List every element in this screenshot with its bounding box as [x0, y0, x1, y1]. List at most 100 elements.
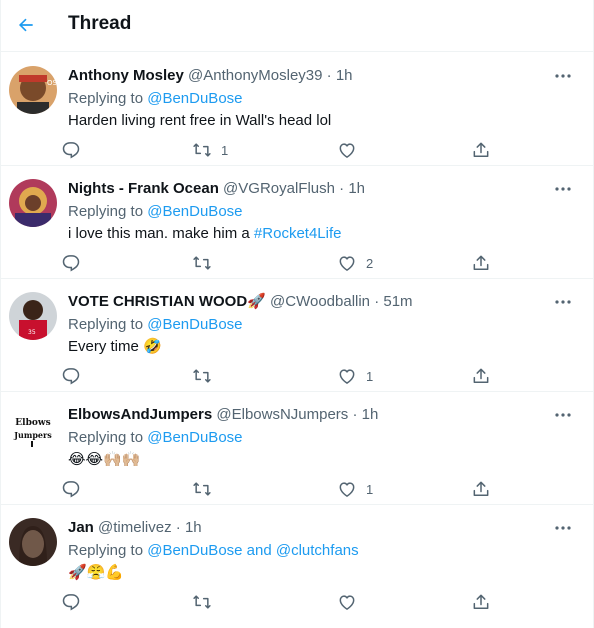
more-icon: [555, 187, 571, 191]
user-handle[interactable]: @CWoodballin: [270, 293, 370, 310]
share-icon: [473, 368, 489, 383]
retweet-button[interactable]: [192, 364, 221, 388]
avatar[interactable]: 35: [9, 292, 57, 340]
share-icon: [473, 594, 489, 609]
reply-button[interactable]: [61, 251, 81, 275]
tweet-actions: 2: [61, 251, 501, 275]
hashtag-link[interactable]: #Rocket4Life: [254, 225, 342, 242]
avatar[interactable]: OS: [9, 66, 57, 114]
replying-label: Replying to: [68, 542, 144, 559]
user-handle[interactable]: @VGRoyalFlush: [223, 180, 335, 197]
share-icon: [473, 142, 489, 157]
tweet-text: 🚀😤💪: [68, 564, 125, 581]
like-button[interactable]: 1: [337, 477, 373, 501]
display-name[interactable]: VOTE CHRISTIAN WOOD: [68, 293, 247, 310]
like-button[interactable]: [337, 138, 366, 162]
reply-button[interactable]: [61, 138, 81, 162]
mention-link[interactable]: @BenDuBose: [147, 203, 242, 220]
like-button[interactable]: 2: [337, 251, 373, 275]
share-button[interactable]: [471, 251, 491, 275]
more-button[interactable]: [553, 68, 573, 84]
timestamp[interactable]: 1h: [362, 406, 379, 423]
like-button[interactable]: 1: [337, 364, 373, 388]
reply-button[interactable]: [61, 590, 81, 614]
tweet[interactable]: OS Anthony Mosley @AnthonyMosley39 · 1h …: [1, 54, 593, 166]
share-button[interactable]: [471, 590, 491, 614]
reply-icon: [62, 368, 80, 385]
back-button[interactable]: [11, 10, 41, 40]
user-handle[interactable]: @AnthonyMosley39: [188, 67, 322, 84]
replying-to: Replying to @BenDuBose: [68, 89, 243, 109]
like-button[interactable]: [337, 590, 366, 614]
more-button[interactable]: [553, 520, 573, 536]
reply-button[interactable]: [61, 364, 81, 388]
retweet-icon: [193, 482, 211, 496]
tweet-header: Jan @timelivez · 1h: [68, 518, 202, 538]
tweet-header: Anthony Mosley @AnthonyMosley39 · 1h: [68, 66, 353, 86]
retweet-button[interactable]: [192, 477, 221, 501]
display-name[interactable]: Nights - Frank Ocean: [68, 180, 219, 197]
avatar[interactable]: Elbows Jumpers: [9, 405, 57, 453]
more-button[interactable]: [553, 407, 573, 423]
like-icon: [339, 143, 355, 158]
more-icon: [555, 74, 571, 78]
replying-to: Replying to @BenDuBose: [68, 315, 243, 335]
retweet-icon: [193, 369, 211, 383]
tweet[interactable]: 35 VOTE CHRISTIAN WOOD🚀 @CWoodballin · 5…: [1, 280, 593, 392]
tweet-actions: 1: [61, 138, 501, 162]
timestamp[interactable]: 1h: [348, 180, 365, 197]
separator: ·: [175, 519, 181, 536]
replying-to: Replying to @BenDuBose: [68, 202, 243, 222]
timestamp[interactable]: 1h: [336, 67, 353, 84]
like-count: 1: [366, 368, 374, 384]
replying-label: Replying to: [68, 429, 144, 446]
svg-text:35: 35: [28, 329, 36, 336]
thread-header: Thread: [1, 0, 593, 52]
retweet-button[interactable]: [192, 590, 221, 614]
retweet-icon: [193, 143, 211, 157]
like-icon: [339, 482, 355, 497]
share-button[interactable]: [471, 138, 491, 162]
mention-link[interactable]: @BenDuBose: [147, 316, 242, 333]
tweet-text: Harden living rent free in Wall's head l…: [68, 112, 332, 129]
mention-link[interactable]: @BenDuBose: [147, 429, 242, 446]
avatar[interactable]: [9, 518, 57, 566]
separator: ·: [374, 293, 380, 310]
replying-label: Replying to: [68, 90, 144, 107]
user-handle[interactable]: @timelivez: [98, 519, 172, 536]
retweet-button[interactable]: [192, 251, 221, 275]
share-icon: [473, 481, 489, 496]
more-icon: [555, 413, 571, 417]
timestamp[interactable]: 51m: [383, 293, 412, 310]
more-button[interactable]: [553, 294, 573, 310]
retweet-icon: [193, 595, 211, 609]
like-icon: [339, 369, 355, 384]
tweet-text: 😂😂🙌🏼🙌🏼: [68, 451, 141, 468]
replying-to: Replying to @BenDuBose and @clutchfans: [68, 541, 359, 561]
tweet[interactable]: Elbows Jumpers ElbowsAndJumpers @ElbowsN…: [1, 393, 593, 505]
avatar[interactable]: [9, 179, 57, 227]
tweet-actions: 1: [61, 364, 501, 388]
tweet-actions: [61, 590, 501, 614]
mention-link[interactable]: @BenDuBose: [147, 90, 242, 107]
user-handle[interactable]: @ElbowsNJumpers: [216, 406, 348, 423]
share-button[interactable]: [471, 364, 491, 388]
display-name[interactable]: Jan: [68, 519, 94, 536]
timestamp[interactable]: 1h: [185, 519, 202, 536]
tweet-text-body: Every time: [68, 338, 139, 355]
retweet-button[interactable]: 1: [192, 138, 228, 162]
share-button[interactable]: [471, 477, 491, 501]
reply-button[interactable]: [61, 477, 81, 501]
more-icon: [555, 300, 571, 304]
tweet-text-body: i love this man. make him a: [68, 225, 250, 242]
more-button[interactable]: [553, 181, 573, 197]
tweet[interactable]: Nights - Frank Ocean @VGRoyalFlush · 1h …: [1, 167, 593, 279]
rocket-emoji: 🚀: [247, 293, 266, 310]
reply-icon: [62, 142, 80, 159]
display-name[interactable]: Anthony Mosley: [68, 67, 184, 84]
separator: ·: [339, 180, 345, 197]
tweet[interactable]: Jan @timelivez · 1h Replying to @BenDuBo…: [1, 506, 593, 628]
separator: ·: [326, 67, 332, 84]
display-name[interactable]: ElbowsAndJumpers: [68, 406, 212, 423]
mention-link[interactable]: @BenDuBose and @clutchfans: [147, 542, 358, 559]
